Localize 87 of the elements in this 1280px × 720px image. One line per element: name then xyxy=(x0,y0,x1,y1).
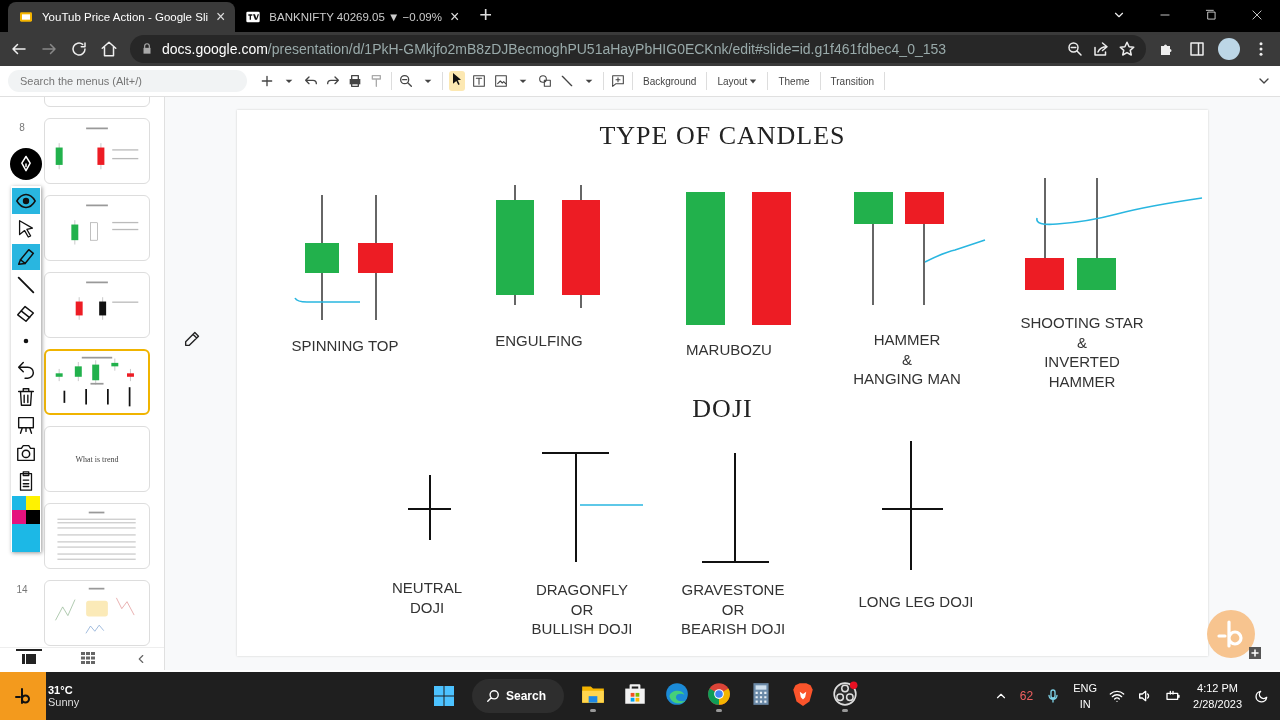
pattern-label: DRAGONFLY OR BULLISH DOJI xyxy=(531,580,633,639)
color-swatch[interactable] xyxy=(12,524,40,552)
add-note-icon[interactable] xyxy=(1246,644,1264,662)
chrome-icon[interactable] xyxy=(706,680,732,707)
slide-thumbnail[interactable] xyxy=(44,195,150,261)
pen-stroke xyxy=(294,297,361,303)
pen-stroke xyxy=(924,239,986,263)
clock-date[interactable]: 2/28/2023 xyxy=(1193,696,1242,712)
text-box-icon[interactable] xyxy=(471,73,487,89)
weather-temperature[interactable]: 31°C xyxy=(48,684,80,696)
slide-number: 8 xyxy=(19,122,25,133)
chart-logo-icon xyxy=(245,9,262,25)
shapes-icon[interactable] xyxy=(537,73,553,89)
taskbar-app[interactable] xyxy=(832,680,858,712)
clock-time[interactable]: 4:12 PM xyxy=(1197,680,1238,696)
address-bar[interactable]: docs.google.com/presentation/d/1PkH-GMkjfo2mB8zDJBecmoghPU51aHayPbHIG0ECKnk/edit#slide=id.g1f461fdbec4_0_153 xyxy=(130,35,1146,63)
print-icon[interactable] xyxy=(347,73,363,89)
tab-title: BANKNIFTY 40269.05 ▼ −0.09% xyxy=(269,11,442,23)
toolbar-button[interactable]: Background xyxy=(639,72,701,90)
line-icon[interactable] xyxy=(559,73,575,89)
profile-avatar[interactable] xyxy=(1218,38,1240,60)
home-icon[interactable] xyxy=(100,40,118,58)
menu-search-field[interactable]: Search the menus (Alt+/) xyxy=(8,70,247,92)
close-tab-button[interactable]: × xyxy=(216,8,226,26)
list-icon xyxy=(22,652,37,665)
toolbar-button[interactable]: Theme xyxy=(774,72,814,90)
tab-title: YouTub Price Action - Google Sli xyxy=(42,11,208,23)
pattern-label: SHOOTING STAR & INVERTED HAMMER xyxy=(1020,313,1144,391)
zoom-icon[interactable] xyxy=(1066,40,1084,58)
pattern-label: ENGULFING xyxy=(495,331,583,351)
caret-icon xyxy=(749,77,758,85)
slide-thumbnail[interactable] xyxy=(44,272,150,338)
slide-thumbnail[interactable] xyxy=(44,580,150,646)
color-swatch[interactable] xyxy=(26,496,40,510)
toolbar-button[interactable]: Transition xyxy=(826,72,879,90)
color-swatch[interactable] xyxy=(12,496,26,510)
slide-thumbnail[interactable]: What is trend xyxy=(44,426,150,492)
region-indicator[interactable]: IN xyxy=(1079,696,1091,712)
language-indicator[interactable]: ENG xyxy=(1073,680,1098,696)
slide-title: TYPE OF CANDLES xyxy=(598,121,847,151)
toolbar-button[interactable]: Layout xyxy=(713,72,762,90)
pattern-label: NEUTRAL DOJI xyxy=(392,578,462,617)
grid-icon xyxy=(81,651,95,664)
app-logo[interactable] xyxy=(0,672,46,720)
reload-icon[interactable] xyxy=(70,40,88,58)
slides-icon xyxy=(18,9,34,25)
pen-mode-button[interactable] xyxy=(10,148,42,180)
plus-icon[interactable] xyxy=(259,73,275,89)
browser-tab[interactable]: YouTub Price Action - Google Sli × xyxy=(8,2,236,32)
section-title: DOJI xyxy=(691,394,754,424)
restore-icon[interactable] xyxy=(1204,8,1218,22)
url-text: docs.google.com/presentation/d/1PkH-GMkjfo2mB8zDJBecmoghPU51aHayPbHIG0ECKnk/edit#slide=id.g1f461fdbec4_0_153 xyxy=(162,41,948,57)
pattern-label: HAMMER & HANGING MAN xyxy=(853,330,961,389)
close-tab-button[interactable]: × xyxy=(449,8,460,26)
record-icon[interactable] xyxy=(832,680,858,707)
close-icon[interactable] xyxy=(1250,8,1264,22)
image-icon[interactable] xyxy=(493,73,509,89)
pattern-label: MARUBOZU xyxy=(686,340,772,360)
start-icon[interactable] xyxy=(432,684,456,708)
pattern-label: SPINNING TOP xyxy=(291,336,399,356)
neutral-doji-drawing xyxy=(407,474,452,541)
weather-condition[interactable]: Sunny xyxy=(48,696,80,708)
share-icon[interactable] xyxy=(1092,40,1110,58)
comment-icon[interactable] xyxy=(610,73,626,89)
star-icon[interactable] xyxy=(1118,40,1136,58)
wifi-icon[interactable] xyxy=(1109,688,1126,704)
moon-icon[interactable] xyxy=(1254,688,1270,704)
pattern-label: GRAVESTONE OR BEARISH DOJI xyxy=(680,580,786,639)
slide-thumbnail[interactable] xyxy=(44,118,150,184)
zoom-icon[interactable] xyxy=(398,73,414,89)
pen-stroke xyxy=(579,504,644,506)
search-icon xyxy=(486,689,500,703)
color-swatch[interactable] xyxy=(26,510,40,524)
browser-tab[interactable]: BANKNIFTY 40269.05 ▼ −0.09% × xyxy=(235,2,470,32)
lion-icon[interactable] xyxy=(790,680,816,707)
slide-thumbnail[interactable] xyxy=(44,503,150,569)
sidebar-icon[interactable] xyxy=(1188,40,1206,58)
thumbnail-title: What is trend xyxy=(75,454,119,464)
wave-icon[interactable] xyxy=(664,680,690,707)
pattern-label: LONG LEG DOJI xyxy=(858,592,974,612)
taskbar-app[interactable] xyxy=(706,680,732,712)
slide-number: 14 xyxy=(16,584,28,595)
taskbar-search-button[interactable]: Search xyxy=(472,679,564,713)
notification-count[interactable]: 62 xyxy=(1019,689,1034,703)
new-tab-button[interactable]: + xyxy=(479,2,493,28)
slide-thumbnail[interactable] xyxy=(44,349,150,415)
color-swatch[interactable] xyxy=(12,510,26,524)
